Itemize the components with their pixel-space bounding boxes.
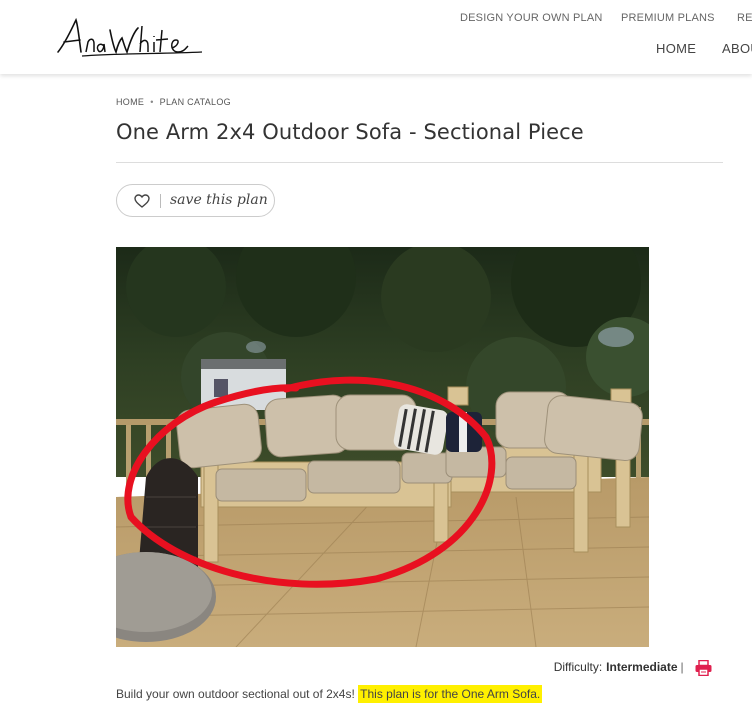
sofa-photo-image: [116, 247, 649, 647]
nav-home[interactable]: HOME: [656, 41, 696, 56]
nav-design-your-own-plan[interactable]: DESIGN YOUR OWN PLAN: [460, 12, 603, 24]
save-button-divider: [160, 194, 161, 208]
nav-rec[interactable]: REC: [737, 12, 752, 24]
site-header: DESIGN YOUR OWN PLAN PREMIUM PLANS REC H…: [0, 0, 752, 74]
sofa-photo: [116, 247, 649, 647]
plan-description: Build your own outdoor sectional out of …: [116, 685, 543, 703]
breadcrumb-home[interactable]: HOME: [116, 97, 144, 107]
nav-premium-plans[interactable]: PREMIUM PLANS: [621, 12, 715, 24]
difficulty-label: Difficulty:: [553, 660, 603, 675]
anawhite-logo[interactable]: [52, 12, 208, 62]
difficulty-separator: |: [680, 660, 684, 675]
difficulty-row: Difficulty: Intermediate |: [554, 660, 712, 676]
printer-icon[interactable]: [695, 660, 712, 676]
description-text: Build your own outdoor sectional out of …: [116, 687, 355, 701]
difficulty-value: Intermediate: [606, 660, 678, 675]
breadcrumb: HOME • PLAN CATALOG: [116, 97, 231, 107]
save-plan-button[interactable]: save this plan: [116, 184, 275, 217]
save-plan-label: save this plan: [170, 192, 268, 208]
heart-icon: [134, 194, 150, 208]
breadcrumb-plan-catalog[interactable]: PLAN CATALOG: [160, 97, 231, 107]
nav-about[interactable]: ABOU: [722, 41, 752, 56]
page-title: One Arm 2x4 Outdoor Sofa - Sectional Pie…: [116, 120, 584, 144]
breadcrumb-separator: •: [150, 97, 154, 107]
title-divider: [116, 162, 723, 163]
highlighted-text: This plan is for the One Arm Sofa.: [358, 685, 543, 703]
